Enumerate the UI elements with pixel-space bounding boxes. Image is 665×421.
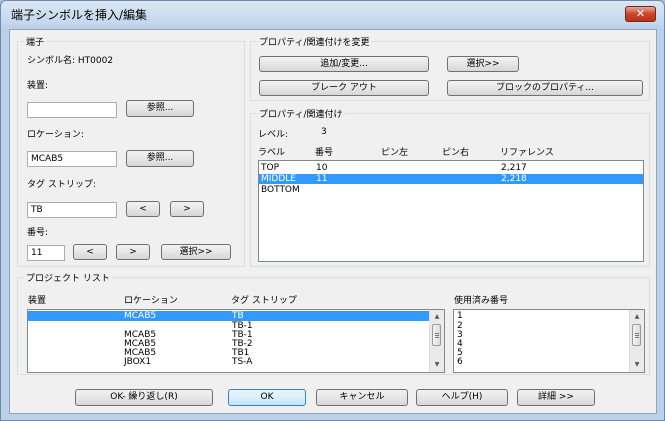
scroll-thumb[interactable] <box>632 324 641 346</box>
chevron-left-icon: < <box>86 247 94 257</box>
tagstrip-prev-button[interactable]: < <box>126 201 160 217</box>
scroll-down-icon[interactable]: ▼ <box>630 359 644 371</box>
used-numbers-list[interactable]: 1 2 3 4 5 6 ▲ ▼ <box>453 309 645 373</box>
chevron-right-icon: > <box>129 247 137 257</box>
row-location: JBOX1 <box>124 357 152 367</box>
scroll-up-icon[interactable]: ▲ <box>430 311 444 323</box>
used-numbers-label: 使用済み番号 <box>454 296 509 306</box>
column-header-pin-right: ピン右 <box>442 148 470 158</box>
add-change-button[interactable]: 追加/変更... <box>259 56 429 72</box>
chevron-left-icon: < <box>139 204 147 214</box>
select-button[interactable]: 選択>> <box>447 56 519 72</box>
scroll-thumb[interactable] <box>432 324 441 346</box>
row-label: TOP <box>261 163 280 173</box>
terminal-group: 端子 シンボル名: HT0002 装置: 参照... ロケーション: MCAB5… <box>17 35 245 267</box>
break-out-button[interactable]: ブレーク アウト <box>259 80 429 96</box>
symbol-name-label: シンボル名: HT0002 <box>27 56 114 66</box>
close-button[interactable]: ✕ <box>625 6 656 22</box>
grip-line <box>635 335 639 336</box>
used-number-item[interactable]: 6 <box>454 357 644 367</box>
project-row[interactable]: JBOX1 TS-A <box>28 357 429 367</box>
row-number: 10 <box>316 163 328 173</box>
row-label: BOTTOM <box>261 185 300 195</box>
used-number-item[interactable]: 1 <box>454 311 644 321</box>
column-header-number: 番号 <box>315 148 334 158</box>
device-label: 装置: <box>27 81 49 91</box>
used-number: 6 <box>457 357 463 367</box>
location-input[interactable]: MCAB5 <box>27 151 117 167</box>
grip-line <box>435 337 439 338</box>
grip-line <box>635 333 639 334</box>
change-properties-group: プロパティ/関連付けを変更 追加/変更... 選択>> ブレーク アウト ブロッ… <box>250 35 650 101</box>
device-browse-button[interactable]: 参照... <box>126 100 194 117</box>
properties-list[interactable]: TOP 10 2,217 MIDDLE 11 2,218 BOTTOM <box>258 160 644 262</box>
number-prev-button[interactable]: < <box>73 244 107 260</box>
column-header-tagstrip: タグ ストリップ <box>231 296 297 306</box>
location-label: ロケーション: <box>27 130 84 140</box>
terminal-group-label: 端子 <box>24 35 47 48</box>
cancel-button[interactable]: キャンセル <box>316 389 408 406</box>
row-label: MIDDLE <box>261 174 296 184</box>
used-number: 1 <box>457 311 463 321</box>
project-list-scrollbar[interactable]: ▲ ▼ <box>429 310 444 372</box>
used-numbers-scrollbar[interactable]: ▲ ▼ <box>629 310 644 372</box>
number-label: 番号: <box>27 228 49 238</box>
change-properties-group-label: プロパティ/関連付けを変更 <box>257 35 372 48</box>
level-label: レベル: <box>258 130 289 140</box>
project-list-group: プロジェクト リスト 装置 ロケーション タグ ストリップ 使用済み番号 MCA… <box>17 271 650 375</box>
window-title: 端子シンボルを挿入/編集 <box>11 8 148 22</box>
row-location: MCAB5 <box>124 311 157 321</box>
row-reference: 2,218 <box>501 174 527 184</box>
row-tagstrip: TS-A <box>232 357 253 367</box>
number-select-button[interactable]: 選択>> <box>161 244 231 260</box>
number-input[interactable]: 11 <box>27 245 65 261</box>
close-icon: ✕ <box>635 7 646 20</box>
project-list-group-label: プロジェクト リスト <box>24 271 112 284</box>
column-header-reference: リファレンス <box>500 148 554 158</box>
title-bar[interactable]: 端子シンボルを挿入/編集 ✕ <box>1 1 664 25</box>
properties-group-label: プロパティ/関連付け <box>257 107 345 120</box>
column-header-location: ロケーション <box>124 296 178 306</box>
project-row-selected[interactable]: MCAB5 TB <box>28 311 429 321</box>
ok-button[interactable]: OK <box>228 389 306 406</box>
column-header-label: ラベル <box>258 148 286 158</box>
row-reference: 2,217 <box>501 163 527 173</box>
scroll-up-icon[interactable]: ▲ <box>630 311 644 323</box>
ok-repeat-button[interactable]: OK- 繰り返し(R) <box>75 389 213 406</box>
tagstrip-label: タグ ストリップ: <box>27 180 96 190</box>
chevron-right-icon: > <box>183 204 191 214</box>
location-browse-button[interactable]: 参照... <box>126 150 194 167</box>
grip-line <box>435 335 439 336</box>
row-number: 11 <box>316 174 328 184</box>
dialog-body: 端子 シンボル名: HT0002 装置: 参照... ロケーション: MCAB5… <box>9 29 657 414</box>
column-header-device: 装置 <box>28 296 47 306</box>
grip-line <box>635 337 639 338</box>
properties-row[interactable]: BOTTOM <box>259 185 643 195</box>
properties-group: プロパティ/関連付け レベル: 3 ラベル 番号 ピン左 ピン右 リファレンス … <box>250 107 650 267</box>
dialog-window: 端子シンボルを挿入/編集 ✕ 端子 シンボル名: HT0002 装置: 参照..… <box>0 0 665 421</box>
properties-row[interactable]: TOP 10 2,217 <box>259 163 643 173</box>
device-input[interactable] <box>27 102 117 118</box>
help-button[interactable]: ヘルプ(H) <box>416 389 508 406</box>
tagstrip-next-button[interactable]: > <box>170 201 204 217</box>
tagstrip-input[interactable]: TB <box>27 202 117 218</box>
details-button[interactable]: 詳細 >> <box>517 389 595 406</box>
grip-line <box>435 333 439 334</box>
row-tagstrip: TB <box>232 311 244 321</box>
properties-row-selected[interactable]: MIDDLE 11 2,218 <box>259 174 643 184</box>
project-list[interactable]: MCAB5 TB TB-1 MCAB5 TB-1 MCAB5 TB-2 MCAB… <box>27 309 445 373</box>
scroll-down-icon[interactable]: ▼ <box>430 359 444 371</box>
number-next-button[interactable]: > <box>116 244 150 260</box>
column-header-pin-left: ピン左 <box>381 148 409 158</box>
block-properties-button[interactable]: ブロックのプロパティ... <box>447 80 643 96</box>
level-value: 3 <box>321 127 327 137</box>
